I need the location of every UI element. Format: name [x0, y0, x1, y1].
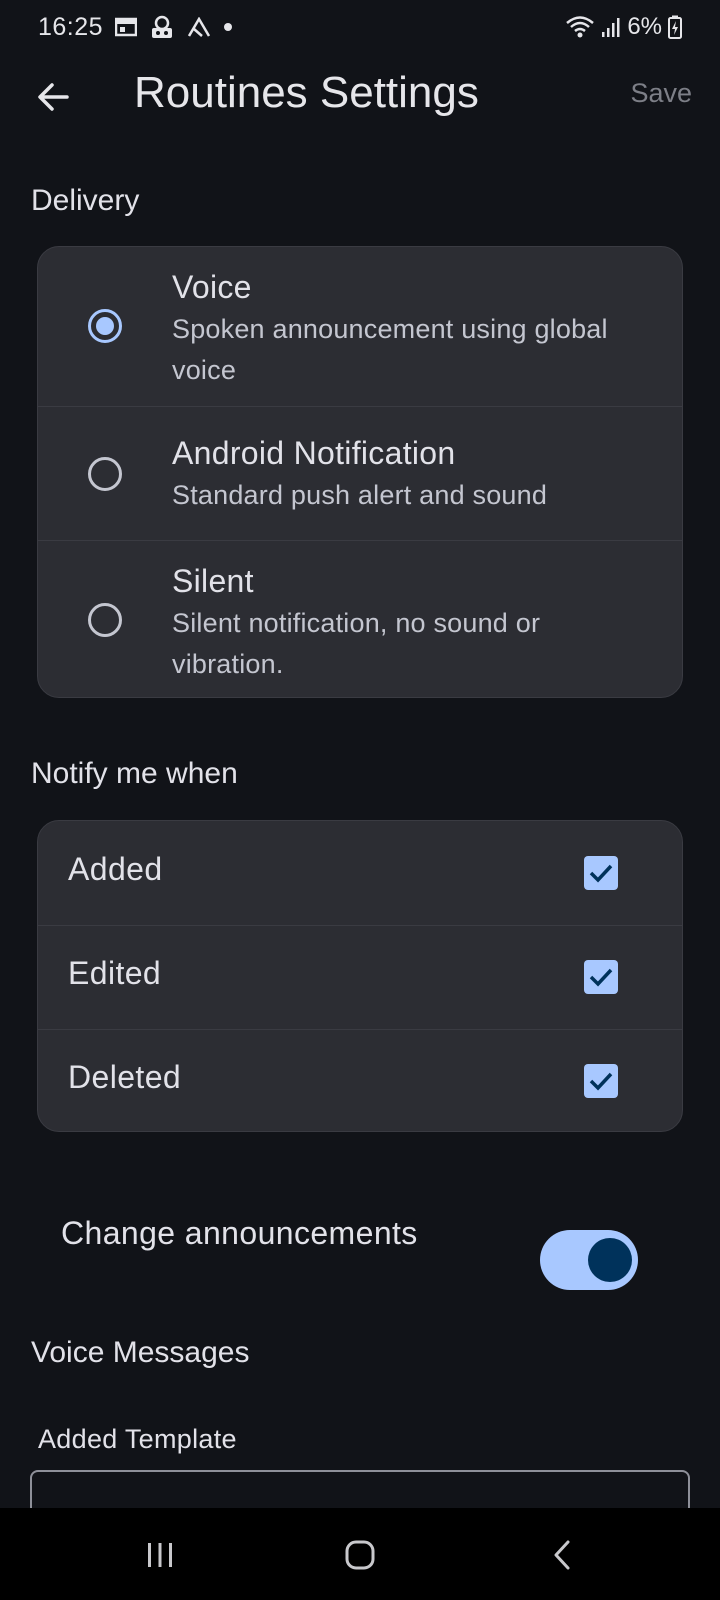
status-left-icons	[115, 15, 233, 39]
notify-section-title: Notify me when	[31, 757, 238, 790]
wifi-icon	[566, 16, 595, 38]
notify-item-label: Deleted	[68, 1059, 182, 1095]
signal-icon	[602, 18, 620, 37]
status-time: 16:25	[38, 12, 104, 41]
notify-item-edited[interactable]: Edited	[38, 925, 682, 1030]
notify-item-label: Edited	[68, 955, 162, 991]
delivery-option-subtitle: Silent notification, no sound or vibrati…	[172, 608, 541, 679]
status-bar: 16:25 6%	[0, 0, 720, 54]
calendar-icon	[115, 17, 138, 37]
page-title: Routines Settings	[134, 68, 479, 117]
notify-item-deleted[interactable]: Deleted	[38, 1029, 682, 1131]
radio-android-notification[interactable]	[88, 457, 122, 491]
delivery-option-title: Android Notification	[172, 435, 456, 471]
check-icon	[589, 1072, 613, 1091]
bot-icon	[152, 15, 173, 38]
radio-silent[interactable]	[88, 603, 122, 637]
toggle-thumb	[588, 1238, 632, 1282]
radio-voice[interactable]	[88, 309, 122, 343]
save-button[interactable]: Save	[630, 78, 692, 109]
checkbox-edited[interactable]	[584, 960, 618, 994]
arrow-back-icon	[38, 83, 69, 111]
check-icon	[589, 968, 613, 987]
dot-icon	[224, 23, 233, 31]
checkbox-deleted[interactable]	[584, 1064, 618, 1098]
delivery-option-title: Silent	[172, 563, 254, 599]
change-announcements-toggle[interactable]	[540, 1230, 638, 1290]
a-icon	[187, 17, 211, 37]
notify-card: Added Edited Deleted	[37, 820, 683, 1132]
delivery-option-android-notification[interactable]: Android Notification Standard push alert…	[38, 407, 682, 541]
notify-item-label: Added	[68, 851, 163, 887]
delivery-card: Voice Spoken announcement using global v…	[37, 246, 683, 698]
delivery-option-subtitle: Spoken announcement using global voice	[172, 314, 608, 385]
back-button[interactable]	[28, 72, 78, 122]
nav-back-button[interactable]	[532, 1530, 592, 1580]
change-announcements-row: Change announcements	[0, 1200, 720, 1290]
delivery-option-subtitle: Standard push alert and sound	[172, 480, 548, 510]
home-button[interactable]	[330, 1530, 390, 1580]
app-bar: Routines Settings Save	[0, 54, 720, 140]
delivery-option-silent[interactable]: Silent Silent notification, no sound or …	[38, 541, 682, 697]
status-right: 6%	[565, 13, 682, 41]
check-icon	[589, 864, 613, 883]
change-announcements-label: Change announcements	[61, 1215, 418, 1251]
delivery-section-title: Delivery	[31, 184, 140, 217]
notify-item-added[interactable]: Added	[38, 821, 682, 926]
delivery-option-title: Voice	[172, 269, 252, 305]
back-icon	[554, 1540, 570, 1570]
battery-charging-icon	[668, 15, 682, 39]
recents-button[interactable]	[130, 1530, 190, 1580]
added-template-label: Added Template	[38, 1424, 237, 1454]
delivery-option-voice[interactable]: Voice Spoken announcement using global v…	[38, 247, 682, 407]
recents-icon	[148, 1543, 172, 1567]
home-icon	[345, 1540, 375, 1570]
battery-percent: 6%	[627, 13, 662, 40]
voice-messages-section-title: Voice Messages	[31, 1336, 250, 1369]
checkbox-added[interactable]	[584, 856, 618, 890]
system-nav-bar	[0, 1508, 720, 1600]
